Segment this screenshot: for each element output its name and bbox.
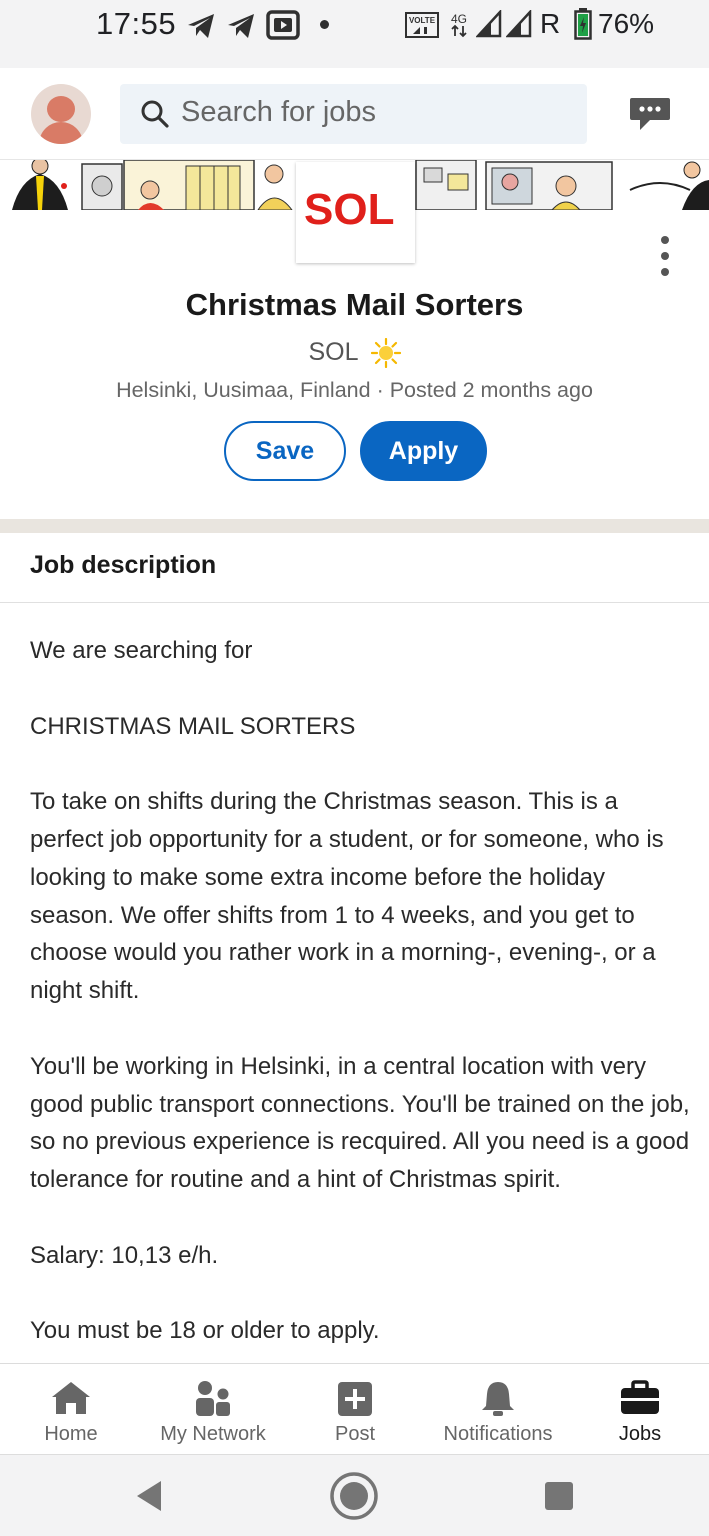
save-button[interactable]: Save [224,421,346,481]
nav-notifications[interactable]: Notifications [428,1364,568,1455]
company-logo-mark: SOL [304,185,394,234]
telegram-icon [188,14,214,38]
recents-icon[interactable] [544,1481,574,1511]
description-paragraph: Salary: 10,13 e/h. [30,1241,219,1269]
description-paragraph: You must be 18 or older to apply. [30,1317,380,1345]
search-placeholder: Search for jobs [181,96,377,128]
svg-text:SOL: SOL [304,185,394,234]
meta-separator: · [376,378,384,402]
network-type-icon: 4G [451,12,467,38]
more-options-icon[interactable] [650,232,680,280]
system-nav-bar [0,1454,709,1536]
notification-dot [320,20,329,29]
avatar[interactable] [31,84,91,144]
nav-jobs-label: Jobs [618,1423,662,1445]
description-paragraph: To take on shifts during the Christmas s… [30,788,664,1005]
divider [0,602,709,603]
telegram-icon [228,14,254,38]
svg-text:VOLTE: VOLTE [409,16,436,25]
job-meta: Helsinki, Uusimaa, Finland · Posted 2 mo… [0,378,709,403]
nav-post[interactable]: Post [315,1364,395,1455]
apply-button[interactable]: Apply [360,421,487,481]
nav-home[interactable]: Home [16,1364,126,1455]
home-circle-icon[interactable] [329,1471,379,1521]
search-input[interactable]: Search for jobs [120,84,587,144]
sun-icon [370,338,401,369]
status-bar: 17:55 VOLTE 4G R 76% [0,0,709,68]
briefcase-icon [621,1380,659,1414]
network-icon [196,1381,230,1416]
nav-my-network[interactable]: My Network [148,1364,278,1455]
company-name-row[interactable]: SOL [0,338,709,369]
job-title: Christmas Mail Sorters [185,287,524,322]
messaging-icon[interactable] [628,94,672,134]
nav-jobs[interactable]: Jobs [595,1364,685,1455]
bell-icon [482,1382,514,1416]
description-paragraph: You'll be working in Helsinki, in a cent… [30,1052,690,1194]
roaming-indicator: R [540,8,561,39]
battery-icon [574,8,592,40]
description-paragraph: We are searching for [30,637,253,664]
post-icon [338,1382,372,1416]
status-time: 17:55 [96,6,177,41]
nav-home-label: Home [44,1423,98,1445]
description-heading: Job description [30,551,217,579]
company-logo[interactable]: SOL [296,162,415,263]
signal-icon [506,10,532,38]
battery-percent: 76% [598,8,655,39]
volte-icon: VOLTE [405,12,439,38]
job-location: Helsinki, Uusimaa, Finland [116,378,371,402]
posted-date: Posted 2 months ago [389,378,593,402]
youtube-icon [266,10,300,40]
search-icon [141,100,169,128]
signal-icon [476,10,502,38]
job-description: We are searching for CHRISTMAS MAIL SORT… [30,632,690,1362]
top-header: Search for jobs [0,68,709,160]
description-paragraph: CHRISTMAS MAIL SORTERS [30,712,356,740]
nav-post-label: Post [334,1423,376,1445]
nav-notifications-label: Notifications [443,1423,553,1445]
svg-text:4G: 4G [451,12,467,26]
home-icon [52,1382,90,1414]
section-divider [0,519,709,533]
company-name[interactable]: SOL [308,338,357,366]
bottom-nav: Home My Network Post Notifications Jobs [0,1363,709,1454]
back-icon[interactable] [134,1479,164,1513]
nav-my-network-label: My Network [160,1423,266,1445]
